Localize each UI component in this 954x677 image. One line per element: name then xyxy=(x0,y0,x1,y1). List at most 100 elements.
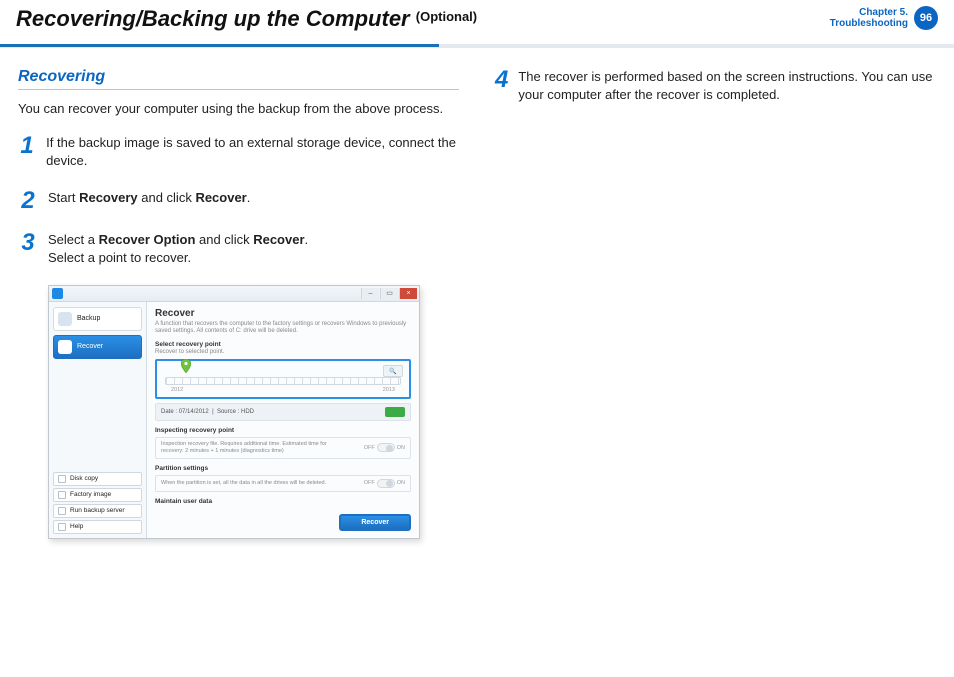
option-desc: When the partition is set, all the data … xyxy=(161,480,326,487)
chapter-label: Chapter 5. Troubleshooting xyxy=(830,7,908,30)
timeline-labels: 2012 2013 xyxy=(165,385,401,393)
text-frag: The recover is performed based on the sc… xyxy=(518,69,858,84)
inspecting-heading: Inspecting recovery point xyxy=(155,427,411,434)
sidebar-btn-run-backup-server[interactable]: Run backup server xyxy=(53,504,142,518)
help-icon xyxy=(58,523,66,531)
label: Source : xyxy=(217,409,239,415)
value: HDD xyxy=(241,409,254,415)
sidebar-bottom: Disk copy Factory image Run backup serve… xyxy=(49,466,146,538)
window-close-button[interactable]: × xyxy=(399,288,417,299)
app-icon xyxy=(52,288,63,299)
zoom-button[interactable]: 🔍 xyxy=(383,365,403,377)
step-number: 3 xyxy=(18,231,38,267)
option-desc: Inspection recovery file. Requires addit… xyxy=(161,441,331,454)
window-titlebar: – ▭ × xyxy=(49,286,419,302)
window-minimize-button[interactable]: – xyxy=(361,288,379,299)
sidebar-item-backup[interactable]: Backup xyxy=(53,307,142,331)
header-divider xyxy=(0,44,954,47)
page-number: 96 xyxy=(920,12,932,24)
window-maximize-button[interactable]: ▭ xyxy=(380,288,398,299)
text-bold: Recover xyxy=(195,190,246,205)
disk-icon xyxy=(58,475,66,483)
page-header: Recovering/Backing up the Computer (Opti… xyxy=(0,0,954,48)
text-frag: Start xyxy=(48,190,79,205)
step-3: 3 Select a Recover Option and click Reco… xyxy=(18,231,459,267)
map-pin-icon[interactable] xyxy=(181,359,191,373)
toggle-off-label: OFF xyxy=(364,480,375,487)
sidebar-btn-factory-image[interactable]: Factory image xyxy=(53,488,142,502)
title-optional: (Optional) xyxy=(416,9,477,24)
section-heading-recovering: Recovering xyxy=(18,68,459,90)
recovering-intro: You can recover your computer using the … xyxy=(18,100,459,118)
backup-icon xyxy=(58,312,72,326)
column-right: 4 The recover is performed based on the … xyxy=(495,68,936,539)
toggle-on-label: ON xyxy=(397,480,405,487)
toggle-on-label: ON xyxy=(397,445,405,452)
recovery-app-screenshot: – ▭ × Backup Recover Disk copy Factory i… xyxy=(48,285,420,539)
sidebar-btn-disk-copy[interactable]: Disk copy xyxy=(53,472,142,486)
sidebar-btn-label: Factory image xyxy=(70,491,111,498)
main-panel: Recover A function that recovers the com… xyxy=(147,302,419,538)
sidebar-btn-label: Run backup server xyxy=(70,507,125,514)
timeline-track[interactable] xyxy=(165,377,401,385)
sidebar-btn-label: Disk copy xyxy=(70,475,98,482)
server-icon xyxy=(58,507,66,515)
sidebar-top: Backup Recover xyxy=(49,302,146,368)
step-2: 2 Start Recovery and click Recover. xyxy=(18,189,459,213)
step-number: 4 xyxy=(495,68,508,104)
step-number: 1 xyxy=(18,134,36,170)
chapter-line2: Troubleshooting xyxy=(830,18,908,30)
toggle-off-label: OFF xyxy=(364,445,375,452)
partition-toggle[interactable]: OFF ON xyxy=(364,479,405,488)
recovery-timeline[interactable]: 🔍 2012 2013 xyxy=(155,359,411,399)
step-number: 2 xyxy=(18,189,38,213)
title-main: Recovering/Backing up the Computer xyxy=(16,6,410,31)
step-1: 1 If the backup image is saved to an ext… xyxy=(18,134,459,170)
partition-row: When the partition is set, all the data … xyxy=(155,475,411,492)
separator: | xyxy=(212,409,214,415)
partition-heading: Partition settings xyxy=(155,465,411,472)
text-bold: Recovery xyxy=(79,190,138,205)
sidebar-btn-label: Help xyxy=(70,523,83,530)
panel-title: Recover xyxy=(155,308,411,319)
source-badge-icon xyxy=(385,407,405,417)
timeline-year: 2012 xyxy=(171,387,183,393)
timeline-year: 2013 xyxy=(383,387,395,393)
select-recovery-point-heading: Select recovery point xyxy=(155,341,411,348)
step-4-text: The recover is performed based on the sc… xyxy=(518,68,936,104)
page-title: Recovering/Backing up the Computer (Opti… xyxy=(16,6,477,32)
sidebar-item-recover[interactable]: Recover xyxy=(53,335,142,359)
text-frag: Select a point to recover. xyxy=(48,250,191,265)
sidebar-btn-help[interactable]: Help xyxy=(53,520,142,534)
column-left: Recovering You can recover your computer… xyxy=(18,68,459,539)
recover-button[interactable]: Recover xyxy=(339,514,411,531)
recover-icon xyxy=(58,340,72,354)
chapter-line1: Chapter 5. xyxy=(830,7,908,19)
factory-icon xyxy=(58,491,66,499)
page-body: Recovering You can recover your computer… xyxy=(0,48,954,539)
step-4: 4 The recover is performed based on the … xyxy=(495,68,936,104)
sidebar: Backup Recover Disk copy Factory image R… xyxy=(49,302,147,538)
header-right: Chapter 5. Troubleshooting 96 xyxy=(830,6,938,30)
window-body: Backup Recover Disk copy Factory image R… xyxy=(49,302,419,538)
text-bold: Recover xyxy=(253,232,304,247)
text-frag: and click xyxy=(195,232,253,247)
recovery-point-info: Date : 07/14/2012 | Source : HDD xyxy=(155,403,411,421)
step-3-text: Select a Recover Option and click Recove… xyxy=(48,231,308,267)
select-recovery-point-desc: Recover to selected point. xyxy=(155,349,411,355)
info-text: Date : 07/14/2012 | Source : HDD xyxy=(161,409,254,415)
page-number-badge: 96 xyxy=(914,6,938,30)
text-frag: . xyxy=(247,190,251,205)
step-1-text: If the backup image is saved to an exter… xyxy=(46,134,459,170)
panel-desc: A function that recovers the computer to… xyxy=(155,321,411,335)
step-2-text: Start Recovery and click Recover. xyxy=(48,189,250,213)
text-frag: . xyxy=(305,232,309,247)
sidebar-item-label: Recover xyxy=(77,343,103,350)
inspecting-toggle[interactable]: OFF ON xyxy=(364,443,405,452)
text-bold: Recover Option xyxy=(99,232,196,247)
toggle-switch-icon xyxy=(377,479,395,488)
text-frag: and click xyxy=(138,190,196,205)
inspecting-row: Inspection recovery file. Requires addit… xyxy=(155,437,411,458)
value: 07/14/2012 xyxy=(179,409,209,415)
label: Date : xyxy=(161,409,177,415)
